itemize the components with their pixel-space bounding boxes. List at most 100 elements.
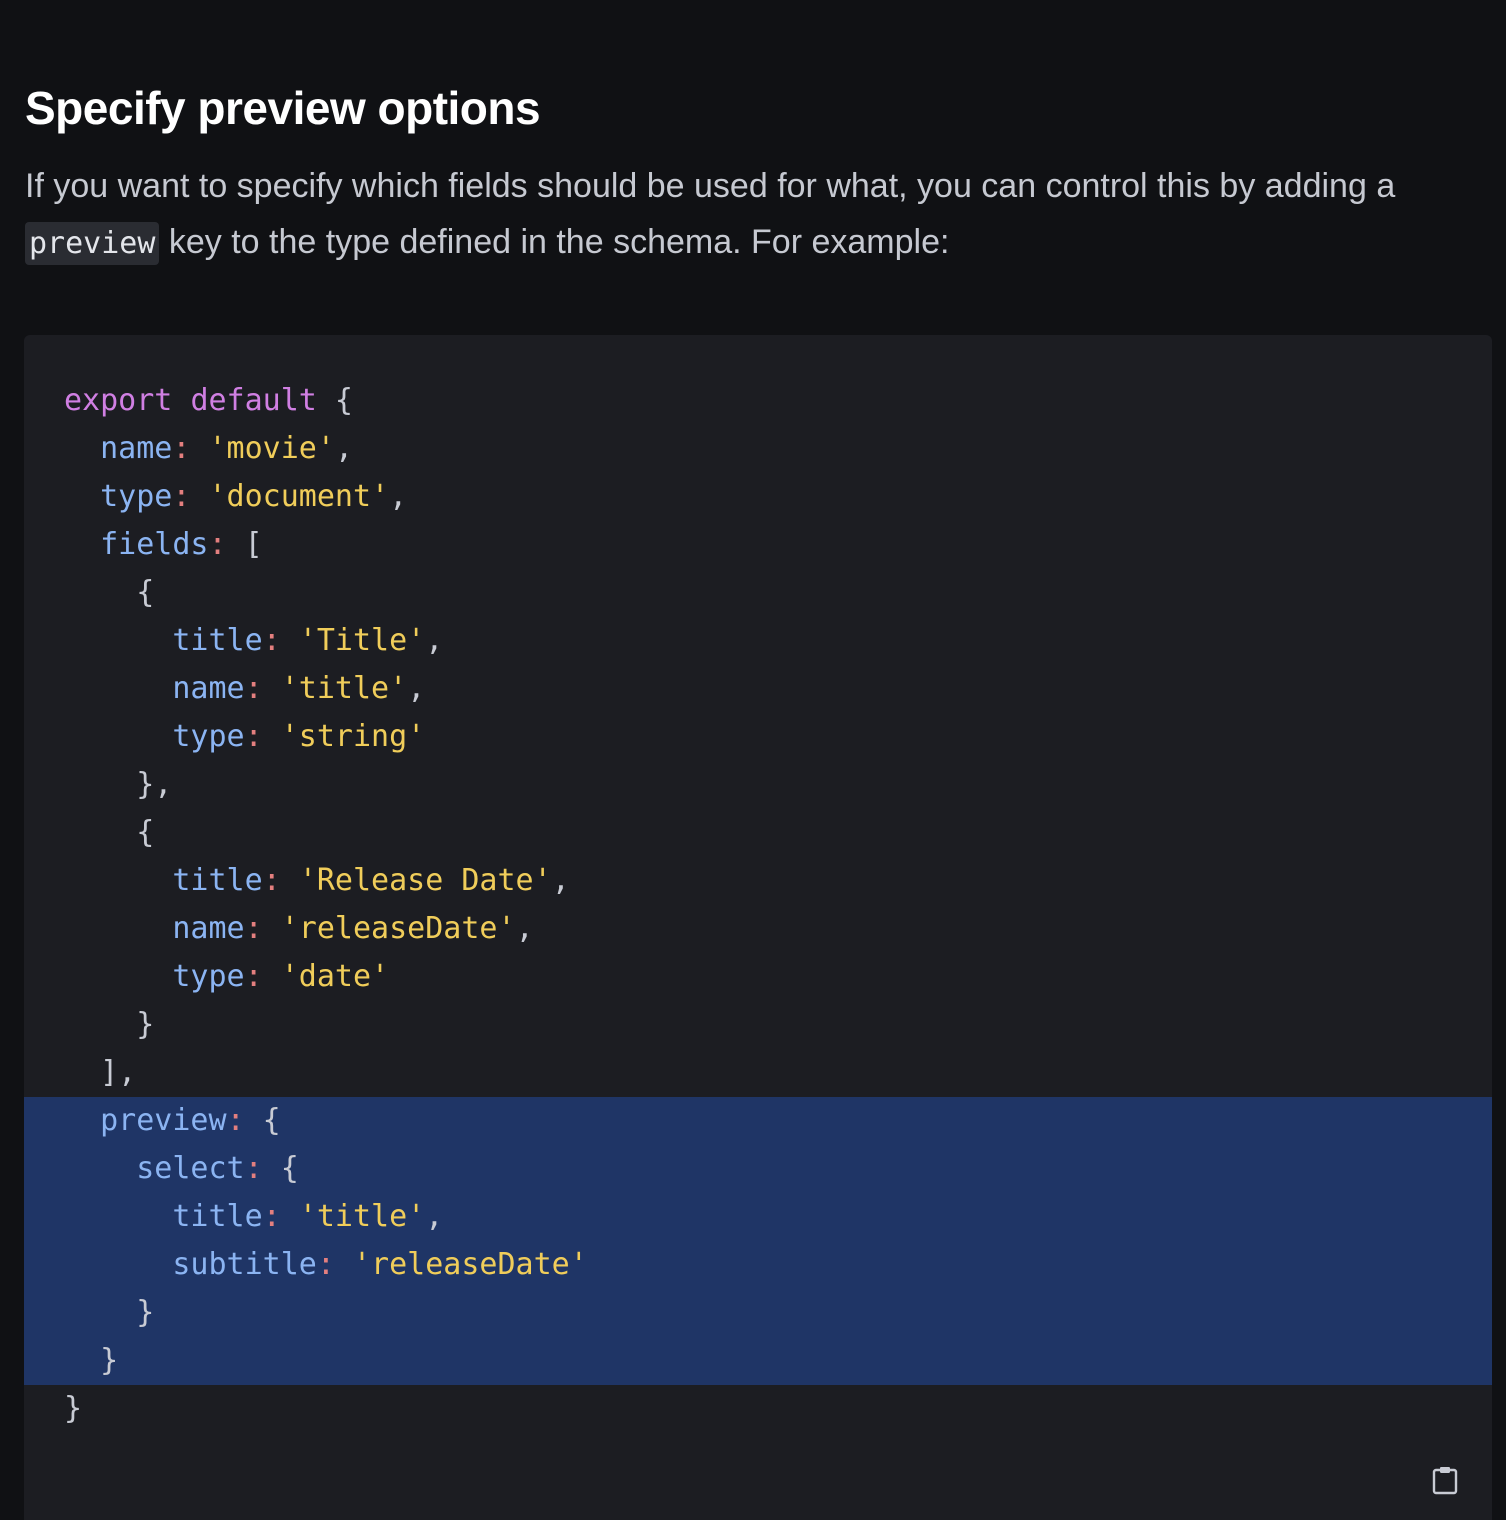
- code-text: ,: [551, 863, 570, 898]
- code-text: }: [64, 1295, 155, 1330]
- code-string: 'title': [280, 671, 408, 706]
- code-line: title: 'Title',: [24, 617, 1492, 665]
- code-property: title: [172, 863, 263, 898]
- code-string: 'string': [280, 719, 426, 754]
- code-line-highlighted: preview: {: [24, 1097, 1492, 1145]
- code-property: subtitle: [172, 1247, 317, 1282]
- code-string: 'releaseDate': [353, 1247, 588, 1282]
- code-string: 'Release Date': [298, 863, 552, 898]
- code-line: type: 'document',: [24, 473, 1492, 521]
- code-text: ],: [64, 1055, 137, 1090]
- code-line-highlighted: }: [24, 1337, 1492, 1385]
- code-punctuation: :: [262, 863, 281, 898]
- code-text: {: [64, 815, 155, 850]
- code-property: fields: [100, 527, 209, 562]
- code-string: 'title': [298, 1199, 426, 1234]
- code-line: ],: [24, 1049, 1492, 1097]
- code-line: name: 'movie',: [24, 425, 1492, 473]
- intro-text-before: If you want to specify which fields shou…: [25, 167, 1396, 205]
- code-punctuation: :: [244, 911, 263, 946]
- code-string: 'document': [208, 479, 390, 514]
- inline-code-preview: preview: [25, 222, 160, 265]
- intro-text-after: key to the type defined in the schema. F…: [159, 223, 950, 261]
- code-text: {: [244, 1103, 281, 1138]
- code-property: name: [172, 911, 245, 946]
- code-line-highlighted: subtitle: 'releaseDate': [24, 1241, 1492, 1289]
- code-line: {: [24, 569, 1492, 617]
- code-punctuation: :: [316, 1247, 335, 1282]
- code-line-highlighted: title: 'title',: [24, 1193, 1492, 1241]
- code-text: }: [64, 1391, 83, 1426]
- code-string: 'date': [280, 959, 390, 994]
- intro-paragraph: If you want to specify which fields shou…: [25, 158, 1485, 272]
- code-string: 'Title': [298, 623, 426, 658]
- code-line: export default {: [24, 377, 1492, 425]
- code-line-highlighted: }: [24, 1289, 1492, 1337]
- code-line: fields: [: [24, 521, 1492, 569]
- code-line-highlighted: select: {: [24, 1145, 1492, 1193]
- code-text: ,: [389, 479, 408, 514]
- code-property: title: [172, 623, 263, 658]
- code-punctuation: :: [262, 1199, 281, 1234]
- code-line: }: [24, 1385, 1492, 1433]
- code-property: name: [100, 431, 173, 466]
- code-property: title: [172, 1199, 263, 1234]
- code-text: }: [64, 1007, 155, 1042]
- code-punctuation: :: [244, 719, 263, 754]
- code-text: },: [64, 767, 173, 802]
- code-property: type: [172, 959, 245, 994]
- code-punctuation: :: [244, 671, 263, 706]
- code-string: 'releaseDate': [280, 911, 516, 946]
- page-title: Specify preview options: [25, 82, 541, 134]
- code-keyword: export: [64, 383, 173, 418]
- code-line: {: [24, 809, 1492, 857]
- code-block: export default { name: 'movie', type: 'd…: [24, 335, 1492, 1520]
- code-text: {: [262, 1151, 299, 1186]
- code-line: type: 'string': [24, 713, 1492, 761]
- code-text: ,: [515, 911, 534, 946]
- code-line: type: 'date': [24, 953, 1492, 1001]
- code-property: name: [172, 671, 245, 706]
- copy-code-button[interactable]: [1428, 1463, 1462, 1497]
- code-punctuation: :: [208, 527, 227, 562]
- code-text: [: [226, 527, 263, 562]
- code-line: }: [24, 1001, 1492, 1049]
- code-property: type: [172, 719, 245, 754]
- code-text: ,: [407, 671, 426, 706]
- clipboard-icon: [1432, 1467, 1458, 1495]
- code-text: }: [64, 1343, 119, 1378]
- code-property: select: [136, 1151, 245, 1186]
- code-punctuation: :: [244, 1151, 263, 1186]
- code-punctuation: :: [172, 431, 191, 466]
- code-line: },: [24, 761, 1492, 809]
- code-punctuation: :: [244, 959, 263, 994]
- code-lines: export default { name: 'movie', type: 'd…: [24, 377, 1492, 1433]
- code-property: type: [100, 479, 173, 514]
- code-keyword: default: [190, 383, 317, 418]
- code-line: title: 'Release Date',: [24, 857, 1492, 905]
- code-text: ,: [425, 1199, 444, 1234]
- code-punctuation: :: [172, 479, 191, 514]
- code-text: ,: [425, 623, 444, 658]
